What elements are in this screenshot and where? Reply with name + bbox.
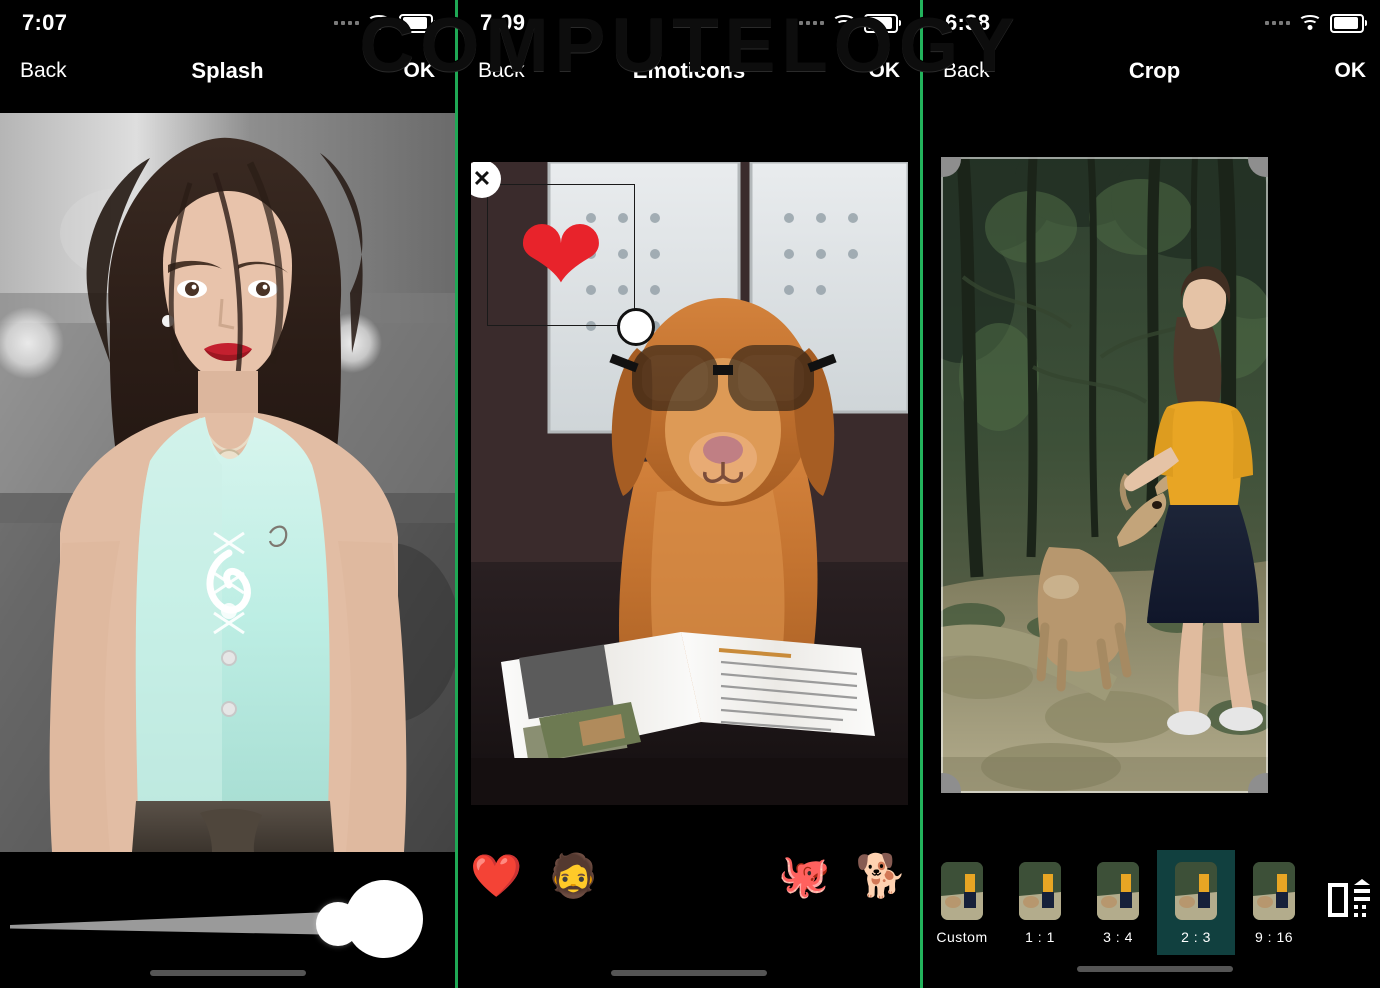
panel-divider-1 xyxy=(455,0,458,988)
page-title: Splash xyxy=(191,58,264,83)
crop-handle-top-right[interactable] xyxy=(1248,157,1268,177)
heart-sticker-glyph: ❤ xyxy=(517,194,605,316)
crop-frame[interactable] xyxy=(941,157,1268,793)
sleeping-face-emoji[interactable]: 😴 xyxy=(689,855,766,897)
battery-icon xyxy=(399,13,436,33)
ratio-label: 2 : 3 xyxy=(1181,929,1211,945)
page-title: Emoticons xyxy=(632,58,746,83)
emoji-picker-row[interactable]: ❤️ 🧔 😇 😴 🐙 🐕 xyxy=(458,841,920,988)
ratio-option-1-1[interactable]: 1 : 1 xyxy=(1001,850,1079,955)
crop-photo-canvas[interactable] xyxy=(941,157,1268,793)
status-clock: 6:38 xyxy=(945,10,991,35)
ratio-label: 1 : 1 xyxy=(1025,929,1055,945)
octopus-emoji[interactable]: 🐙 xyxy=(766,855,843,897)
nav-bar-splash: Back Splash OK xyxy=(0,46,455,96)
nav-bar-crop: Back Crop OK xyxy=(923,46,1380,96)
ratio-thumbnail xyxy=(1019,862,1061,920)
crop-handle-top-left[interactable] xyxy=(941,157,961,177)
status-icons xyxy=(1265,13,1367,33)
ratio-option-2-3[interactable]: 2 : 3 xyxy=(1157,850,1235,955)
ratio-label: Custom xyxy=(936,929,988,945)
ok-button[interactable]: OK xyxy=(869,59,901,83)
status-clock: 7:09 xyxy=(480,10,526,35)
signal-dots-icon xyxy=(334,21,359,25)
back-button[interactable]: Back xyxy=(943,59,990,83)
brush-size-preview[interactable] xyxy=(345,880,423,958)
bearded-man-emoji[interactable]: 🧔 xyxy=(535,855,612,897)
ratio-thumbnail xyxy=(1097,862,1139,920)
emoticons-photo-canvas[interactable]: ❤ ✕ xyxy=(471,162,908,805)
status-icons xyxy=(334,13,436,33)
ok-button[interactable]: OK xyxy=(404,59,436,83)
heart-sticker[interactable]: ❤ ✕ xyxy=(471,162,655,346)
wifi-icon xyxy=(367,15,391,31)
status-icons xyxy=(799,13,901,33)
battery-icon xyxy=(864,13,901,33)
wifi-icon xyxy=(832,15,856,31)
rotate-flip-glyph xyxy=(1328,879,1370,917)
home-indicator xyxy=(611,970,767,976)
heart-emoji[interactable]: ❤️ xyxy=(458,855,535,897)
splash-photo-canvas[interactable] xyxy=(0,113,455,852)
home-indicator xyxy=(1076,966,1233,972)
battery-icon xyxy=(1330,13,1367,33)
signal-dots-icon xyxy=(799,21,824,25)
ratio-option-9-16[interactable]: 9 : 16 xyxy=(1235,850,1313,955)
status-bar-crop: 6:38 xyxy=(923,0,1380,46)
halo-smile-emoji[interactable]: 😇 xyxy=(612,855,689,897)
splash-photo xyxy=(0,113,455,852)
status-clock: 7:07 xyxy=(22,10,68,35)
splash-tool-bar xyxy=(0,852,455,988)
brush-size-slider[interactable] xyxy=(10,906,360,940)
panel-splash: 7:07 Back Splash OK xyxy=(0,0,455,988)
back-button[interactable]: Back xyxy=(478,59,525,83)
page-title: Crop xyxy=(1128,58,1181,83)
nav-bar-emoticons: Back Emoticons OK xyxy=(458,46,920,96)
ratio-thumbnail xyxy=(941,862,983,920)
dog-emoji[interactable]: 🐕 xyxy=(843,855,920,897)
brush-size-track xyxy=(10,910,360,936)
sticker-resize-handle[interactable] xyxy=(617,308,655,346)
crop-handle-bottom-left[interactable] xyxy=(941,773,961,793)
rotate-flip-icon[interactable] xyxy=(1323,874,1375,926)
status-bar-splash: 7:07 xyxy=(0,0,455,46)
signal-dots-icon xyxy=(1265,21,1290,25)
ok-button[interactable]: OK xyxy=(1335,59,1367,83)
back-button[interactable]: Back xyxy=(20,59,67,83)
panel-emoticons: 7:09 Back Emoticons OK ❤ ✕ ❤️ 🧔 😇 😴 🐙 🐕 xyxy=(458,0,920,988)
panel-crop: 6:38 Back Crop OK Custom 1: 1 3: 4 2:… xyxy=(923,0,1380,988)
aspect-ratio-bar[interactable]: Custom 1 : 1 3 : 4 2 : 3 9: 16 xyxy=(923,844,1380,988)
home-indicator xyxy=(149,970,306,976)
ratio-thumbnail xyxy=(1175,862,1217,920)
ratio-option-custom[interactable]: Custom xyxy=(923,850,1001,955)
ratio-option-3-4[interactable]: 3 : 4 xyxy=(1079,850,1157,955)
ratio-label: 9 : 16 xyxy=(1254,929,1294,945)
status-bar-emoticons: 7:09 xyxy=(458,0,920,46)
crop-handle-bottom-right[interactable] xyxy=(1248,773,1268,793)
panel-divider-2 xyxy=(920,0,923,988)
ratio-label: 3 : 4 xyxy=(1103,929,1133,945)
ratio-thumbnail xyxy=(1253,862,1295,920)
screenshot-root: COMPUTELOGY 7:07 Back Splash OK 7:09 Bac… xyxy=(0,0,1380,988)
wifi-icon xyxy=(1298,15,1322,31)
